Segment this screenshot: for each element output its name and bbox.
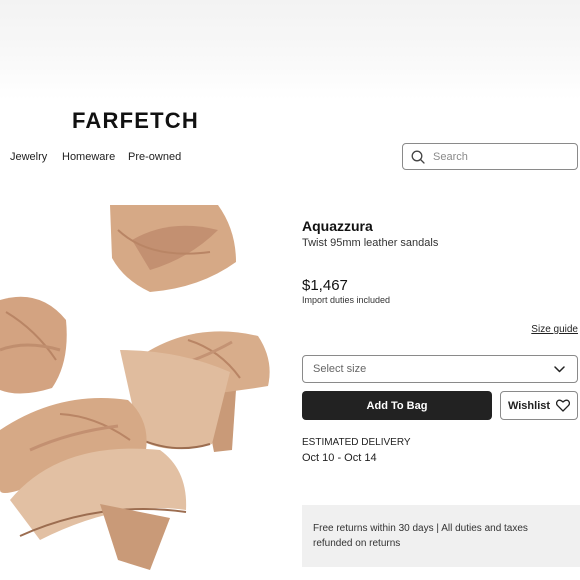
chevron-down-icon (554, 365, 565, 372)
product-brand[interactable]: Aquazzura (302, 218, 373, 234)
search-icon (411, 150, 425, 164)
product-price: $1,467 (302, 277, 348, 294)
returns-banner: Free returns within 30 days | All duties… (302, 505, 580, 567)
wishlist-button[interactable]: Wishlist (500, 391, 578, 420)
wishlist-label: Wishlist (507, 399, 551, 412)
search-input[interactable] (433, 150, 563, 163)
top-banner (0, 0, 580, 100)
returns-text: Free returns within 30 days | All duties… (313, 523, 528, 549)
heart-icon (556, 399, 571, 412)
estimated-delivery-label: ESTIMATED DELIVERY (302, 437, 411, 448)
nav-item-homeware[interactable]: Homeware (62, 151, 115, 163)
nav-item-jewelry[interactable]: Jewelry (10, 151, 47, 163)
product-image[interactable] (0, 200, 290, 580)
search-box[interactable] (402, 143, 578, 170)
product-name: Twist 95mm leather sandals (302, 237, 439, 249)
size-select-label: Select size (313, 363, 367, 375)
size-guide-link[interactable]: Size guide (531, 324, 578, 335)
delivery-dates: Oct 10 - Oct 14 (302, 452, 377, 464)
sandals-image (0, 200, 290, 580)
farfetch-logo[interactable]: FARFETCH (72, 108, 199, 134)
add-to-bag-button[interactable]: Add To Bag (302, 391, 492, 420)
duties-note: Import duties included (302, 295, 391, 305)
size-select[interactable]: Select size (302, 355, 578, 383)
nav-item-pre-owned[interactable]: Pre-owned (128, 151, 181, 163)
